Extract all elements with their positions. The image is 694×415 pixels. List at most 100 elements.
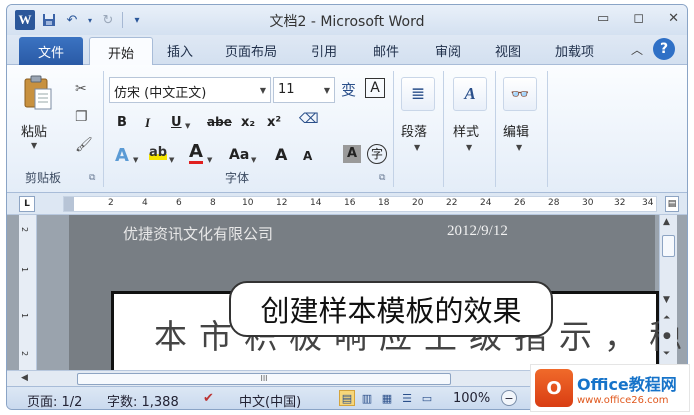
tab-page-layout[interactable]: 页面布局 [225,41,277,60]
vertical-scroll-thumb[interactable] [662,235,675,257]
copy-icon[interactable]: ❐ [75,109,88,125]
tab-insert[interactable]: 插入 [167,41,193,60]
zoom-out-icon[interactable]: − [501,390,517,406]
tab-references[interactable]: 引用 [311,41,337,60]
tab-view[interactable]: 视图 [495,41,521,60]
vruler-tick: 1 [20,266,30,273]
tab-addins[interactable]: 加载项 [555,41,594,60]
minimize-icon[interactable]: ▭ [597,11,609,26]
tab-selector[interactable]: L [19,196,35,212]
underline-dropdown-icon[interactable]: ▼ [185,117,190,132]
editing-dropdown-icon[interactable]: ▼ [516,143,522,152]
paragraph-icon[interactable]: ≣ [401,77,435,111]
close-icon[interactable]: ✕ [668,11,679,26]
paste-button-label[interactable]: 粘贴 [21,121,47,140]
vruler-tick: 1 [20,312,30,319]
enclose-characters-button[interactable]: 字 [367,144,387,164]
outline-view-icon[interactable]: ☰ [399,390,415,406]
cut-icon[interactable]: ✂ [75,81,87,97]
ruler-tick: 2 [108,198,114,208]
font-launcher-icon[interactable]: ⧉ [379,173,385,183]
grow-font-button[interactable]: A [275,145,287,164]
clear-formatting-icon[interactable]: ⌫ [299,111,319,127]
change-case-dropdown-icon[interactable]: ▼ [251,151,256,166]
ruler-tick: 10 [242,198,254,208]
office-logo-icon: O [535,369,573,407]
vertical-scrollbar[interactable]: ▲ ▼ ⏶ ● ⏷ [659,215,677,370]
vertical-ruler[interactable]: 2 1 1 2 [19,215,37,370]
watermark-title: Office教程网 [577,374,677,394]
font-group-label: 字体 [225,171,250,185]
subscript-button[interactable]: x₂ [241,115,255,130]
tab-file[interactable]: 文件 [19,37,83,65]
horizontal-scroll-thumb[interactable]: III [77,373,451,385]
highlight-color-icon[interactable]: ab [149,145,168,160]
styles-dropdown-icon[interactable]: ▼ [466,143,472,152]
select-browse-object-icon[interactable]: ● [663,331,671,341]
horizontal-ruler[interactable]: 2 4 6 8 10 12 14 16 18 20 22 24 26 28 30… [63,196,657,212]
watermark-text: Office教程网 www.office26.com [577,371,677,406]
zoom-level[interactable]: 100% [453,391,490,406]
scroll-down-icon[interactable]: ▼ [663,295,670,305]
full-screen-reading-icon[interactable]: ▥ [359,390,375,406]
paste-icon[interactable] [23,75,53,111]
previous-page-icon[interactable]: ⏶ [663,313,670,323]
superscript-button[interactable]: x² [267,115,281,130]
text-effects-dropdown-icon[interactable]: ▼ [133,151,138,166]
watermark-url: www.office26.com [577,394,669,406]
change-case-button[interactable]: Aa [229,147,249,163]
vruler-tick: 2 [20,226,30,233]
strikethrough-button[interactable]: abe [207,115,232,129]
paste-dropdown-icon[interactable]: ▼ [31,141,37,150]
font-color-dropdown-icon[interactable]: ▼ [207,151,212,166]
document-area: 2 1 1 2 优捷资讯文化有限公司 2012/9/12 本市积极响应上级指示，… [7,215,687,381]
underline-button[interactable]: U [171,115,182,130]
scroll-left-icon[interactable]: ◀ [21,373,28,383]
phonetic-guide-icon[interactable]: 变 [341,79,356,100]
find-binoculars-icon[interactable]: 👓 [503,77,537,111]
scroll-up-icon[interactable]: ▲ [663,217,670,227]
tab-mailings[interactable]: 邮件 [373,41,399,60]
char-border-icon[interactable]: A [365,78,385,98]
paragraph-dropdown-icon[interactable]: ▼ [414,143,420,152]
draft-view-icon[interactable]: ▭ [419,390,435,406]
styles-icon[interactable]: A [453,77,487,111]
window-title: 文档2 - Microsoft Word [269,14,425,30]
font-size-combo[interactable]: 11 ▼ [273,77,335,103]
font-name-combo[interactable]: 仿宋 (中文正文) ▼ [109,77,271,103]
format-painter-icon[interactable]: 🖌 [75,137,93,153]
text-effects-icon[interactable]: A [115,145,129,166]
status-page[interactable]: 页面: 1/2 [27,391,82,409]
editing-button-label[interactable]: 编辑 [503,121,529,140]
help-icon[interactable]: ? [653,38,675,60]
tab-home[interactable]: 开始 [89,37,153,66]
font-color-icon[interactable]: A [189,143,203,164]
maximize-icon[interactable]: ◻ [633,11,644,26]
help-area: ︿ ? [631,38,675,60]
print-layout-view-icon[interactable]: ▤ [339,390,355,406]
group-separator [393,71,394,187]
next-page-icon[interactable]: ⏷ [663,349,670,359]
proofing-icon[interactable]: ✔ [203,391,214,406]
italic-button[interactable]: I [145,115,150,131]
bold-button[interactable]: B [117,115,127,130]
header-date: 2012/9/12 [447,223,508,239]
group-separator [103,71,104,187]
font-size-dropdown-icon[interactable]: ▼ [324,86,330,95]
view-ruler-icon[interactable]: ▤ [665,196,679,212]
status-word-count[interactable]: 字数: 1,388 [107,391,179,409]
clipboard-launcher-icon[interactable]: ⧉ [89,173,95,183]
ruler-tick: 26 [514,198,526,208]
font-name-dropdown-icon[interactable]: ▼ [260,86,266,95]
status-language[interactable]: 中文(中国) [239,391,301,409]
tab-review[interactable]: 审阅 [435,41,461,60]
ruler-margin [64,197,74,211]
char-shading-button[interactable]: A [343,145,361,163]
paragraph-button-label[interactable]: 段落 [401,121,427,140]
shrink-font-button[interactable]: A [303,149,312,163]
word-window: W ↶ ▾ ↻ ▾ 文档2 - Microsoft Word ▭ ◻ ✕ 文件 … [6,4,688,410]
styles-button-label[interactable]: 样式 [453,121,479,140]
collapse-ribbon-icon[interactable]: ︿ [631,41,643,58]
web-layout-icon[interactable]: ▦ [379,390,395,406]
highlight-dropdown-icon[interactable]: ▼ [169,151,174,166]
